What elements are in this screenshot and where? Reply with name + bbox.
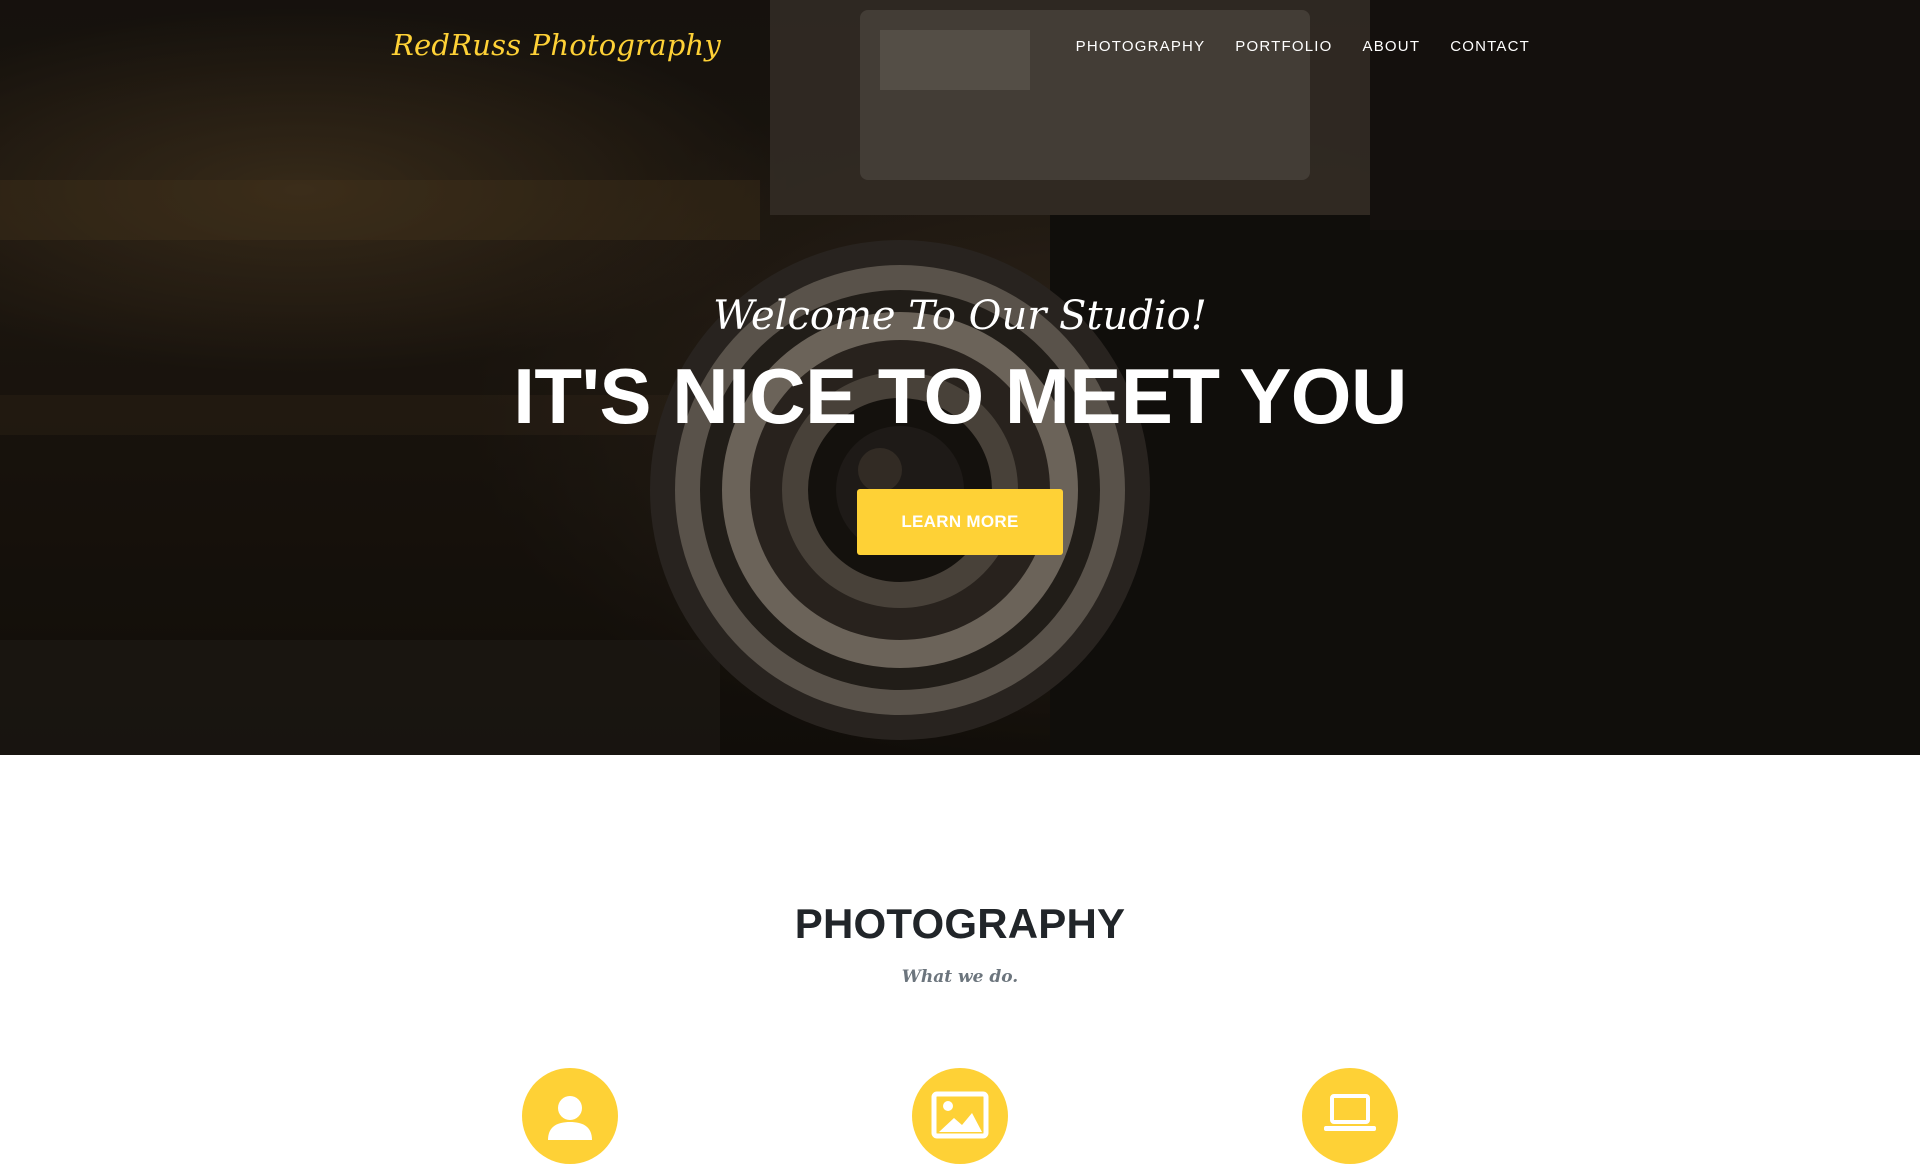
- section-subheading: What we do.: [901, 967, 1019, 987]
- section-heading: PHOTOGRAPHY: [794, 900, 1126, 947]
- nav-link-about[interactable]: ABOUT: [1363, 38, 1421, 55]
- laptop-icon: [1324, 1094, 1376, 1131]
- services-section: PHOTOGRAPHY What we do.: [0, 755, 1920, 1164]
- hero-text: Welcome To Our Studio! IT'S NICE TO MEET…: [0, 288, 1920, 442]
- hero-section: RedRuss Photography PHOTOGRAPHY PORTFOLI…: [0, 0, 1920, 755]
- service-image-circle[interactable]: [912, 1068, 1008, 1164]
- learn-more-button[interactable]: LEARN MORE: [857, 489, 1063, 555]
- hero-heading: IT'S NICE TO MEET YOU: [513, 352, 1407, 440]
- service-user-circle[interactable]: [522, 1068, 618, 1164]
- nav-link-portfolio[interactable]: PORTFOLIO: [1235, 38, 1332, 55]
- nav-link-contact[interactable]: CONTACT: [1450, 38, 1530, 55]
- image-icon: [931, 1091, 989, 1139]
- top-navbar: RedRuss Photography PHOTOGRAPHY PORTFOLI…: [0, 0, 1920, 96]
- user-icon: [548, 1096, 592, 1140]
- nav-link-photography[interactable]: PHOTOGRAPHY: [1076, 38, 1206, 55]
- hero-lead: Welcome To Our Studio!: [713, 293, 1207, 339]
- service-laptop-circle[interactable]: [1302, 1068, 1398, 1164]
- nav-links: PHOTOGRAPHY PORTFOLIO ABOUT CONTACT: [1076, 38, 1530, 55]
- brand-logo[interactable]: RedRuss Photography: [392, 28, 721, 62]
